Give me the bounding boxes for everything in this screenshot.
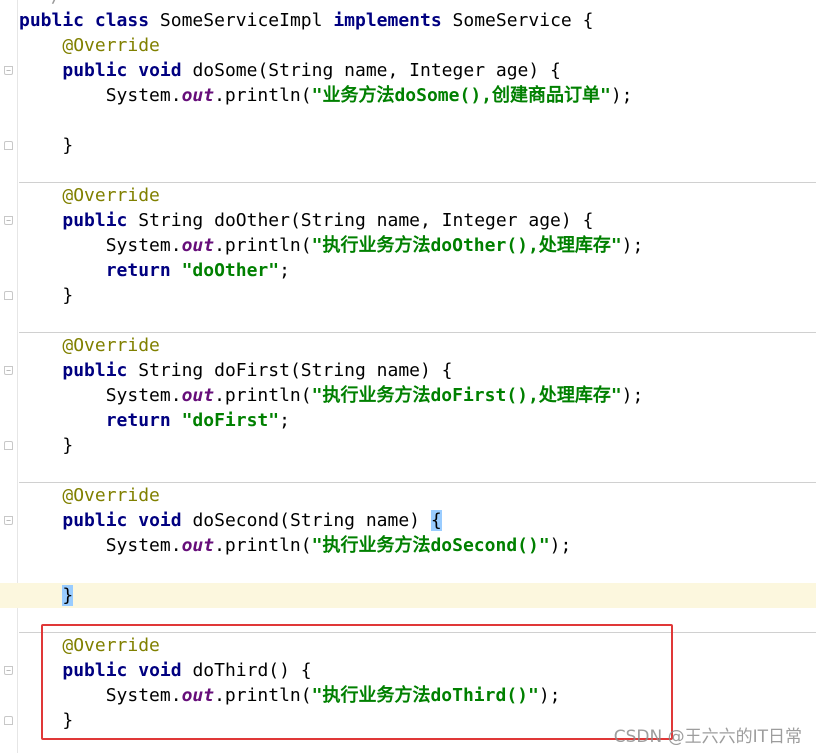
code-editor[interactable]: − − − − − */ public class SomeServiceImp… — [0, 0, 816, 753]
fold-toggle-icon[interactable]: − — [4, 516, 13, 525]
fold-end-icon[interactable] — [4, 716, 13, 725]
code-line-close-brace[interactable]: } — [19, 433, 816, 458]
code-line-annotation[interactable]: @Override — [19, 183, 816, 208]
code-line-println[interactable]: System.out.println("执行业务方法doFirst(),处理库存… — [19, 383, 816, 408]
code-line-method-signature[interactable]: public void doSecond(String name) { — [19, 508, 816, 533]
code-line-annotation[interactable]: @Override — [19, 333, 816, 358]
matched-brace: } — [62, 585, 74, 606]
fold-end-icon[interactable] — [4, 141, 13, 150]
code-line-annotation[interactable]: @Override — [19, 33, 816, 58]
editor-gutter[interactable]: − − − − − — [0, 0, 18, 753]
code-line-annotation[interactable]: @Override — [19, 633, 816, 658]
code-line-return[interactable]: return "doOther"; — [19, 258, 816, 283]
code-line-blank[interactable] — [19, 158, 816, 183]
code-line-current[interactable]: } — [0, 583, 816, 608]
code-line-method-signature[interactable]: public String doOther(String name, Integ… — [19, 208, 816, 233]
fold-end-icon[interactable] — [4, 441, 13, 450]
code-line-annotation[interactable]: @Override — [19, 483, 816, 508]
code-line-blank[interactable] — [19, 308, 816, 333]
code-line-println[interactable]: System.out.println("业务方法doSome(),创建商品订单"… — [19, 83, 816, 108]
code-line-blank[interactable] — [19, 108, 816, 133]
code-line-println[interactable]: System.out.println("执行业务方法doThird()"); — [19, 683, 816, 708]
fold-end-icon[interactable] — [4, 291, 13, 300]
code-line-blank[interactable] — [19, 608, 816, 633]
matched-brace: { — [430, 510, 442, 531]
csdn-watermark: CSDN @王六六的IT日常 — [613, 727, 802, 747]
fold-toggle-icon[interactable]: − — [4, 66, 13, 75]
code-line-println[interactable]: System.out.println("执行业务方法doOther(),处理库存… — [19, 233, 816, 258]
code-line-blank[interactable] — [19, 458, 816, 483]
code-line-method-signature[interactable]: public void doSome(String name, Integer … — [19, 58, 816, 83]
code-line-close-brace[interactable]: } — [19, 283, 816, 308]
code-line-blank[interactable] — [19, 558, 816, 583]
fold-toggle-icon[interactable]: − — [4, 366, 13, 375]
code-line-return[interactable]: return "doFirst"; — [19, 408, 816, 433]
previous-line-fragment: */ — [40, 0, 62, 7]
code-line-close-brace[interactable]: } — [19, 133, 816, 158]
code-line-println[interactable]: System.out.println("执行业务方法doSecond()"); — [19, 533, 816, 558]
fold-toggle-icon[interactable]: − — [4, 666, 13, 675]
code-lines[interactable]: public class SomeServiceImpl implements … — [0, 8, 816, 733]
gutter-divider — [17, 0, 18, 753]
code-line-method-signature[interactable]: public String doFirst(String name) { — [19, 358, 816, 383]
fold-toggle-icon[interactable]: − — [4, 216, 13, 225]
code-line-method-signature[interactable]: public void doThird() { — [19, 658, 816, 683]
code-line-class-declaration[interactable]: public class SomeServiceImpl implements … — [19, 8, 816, 33]
